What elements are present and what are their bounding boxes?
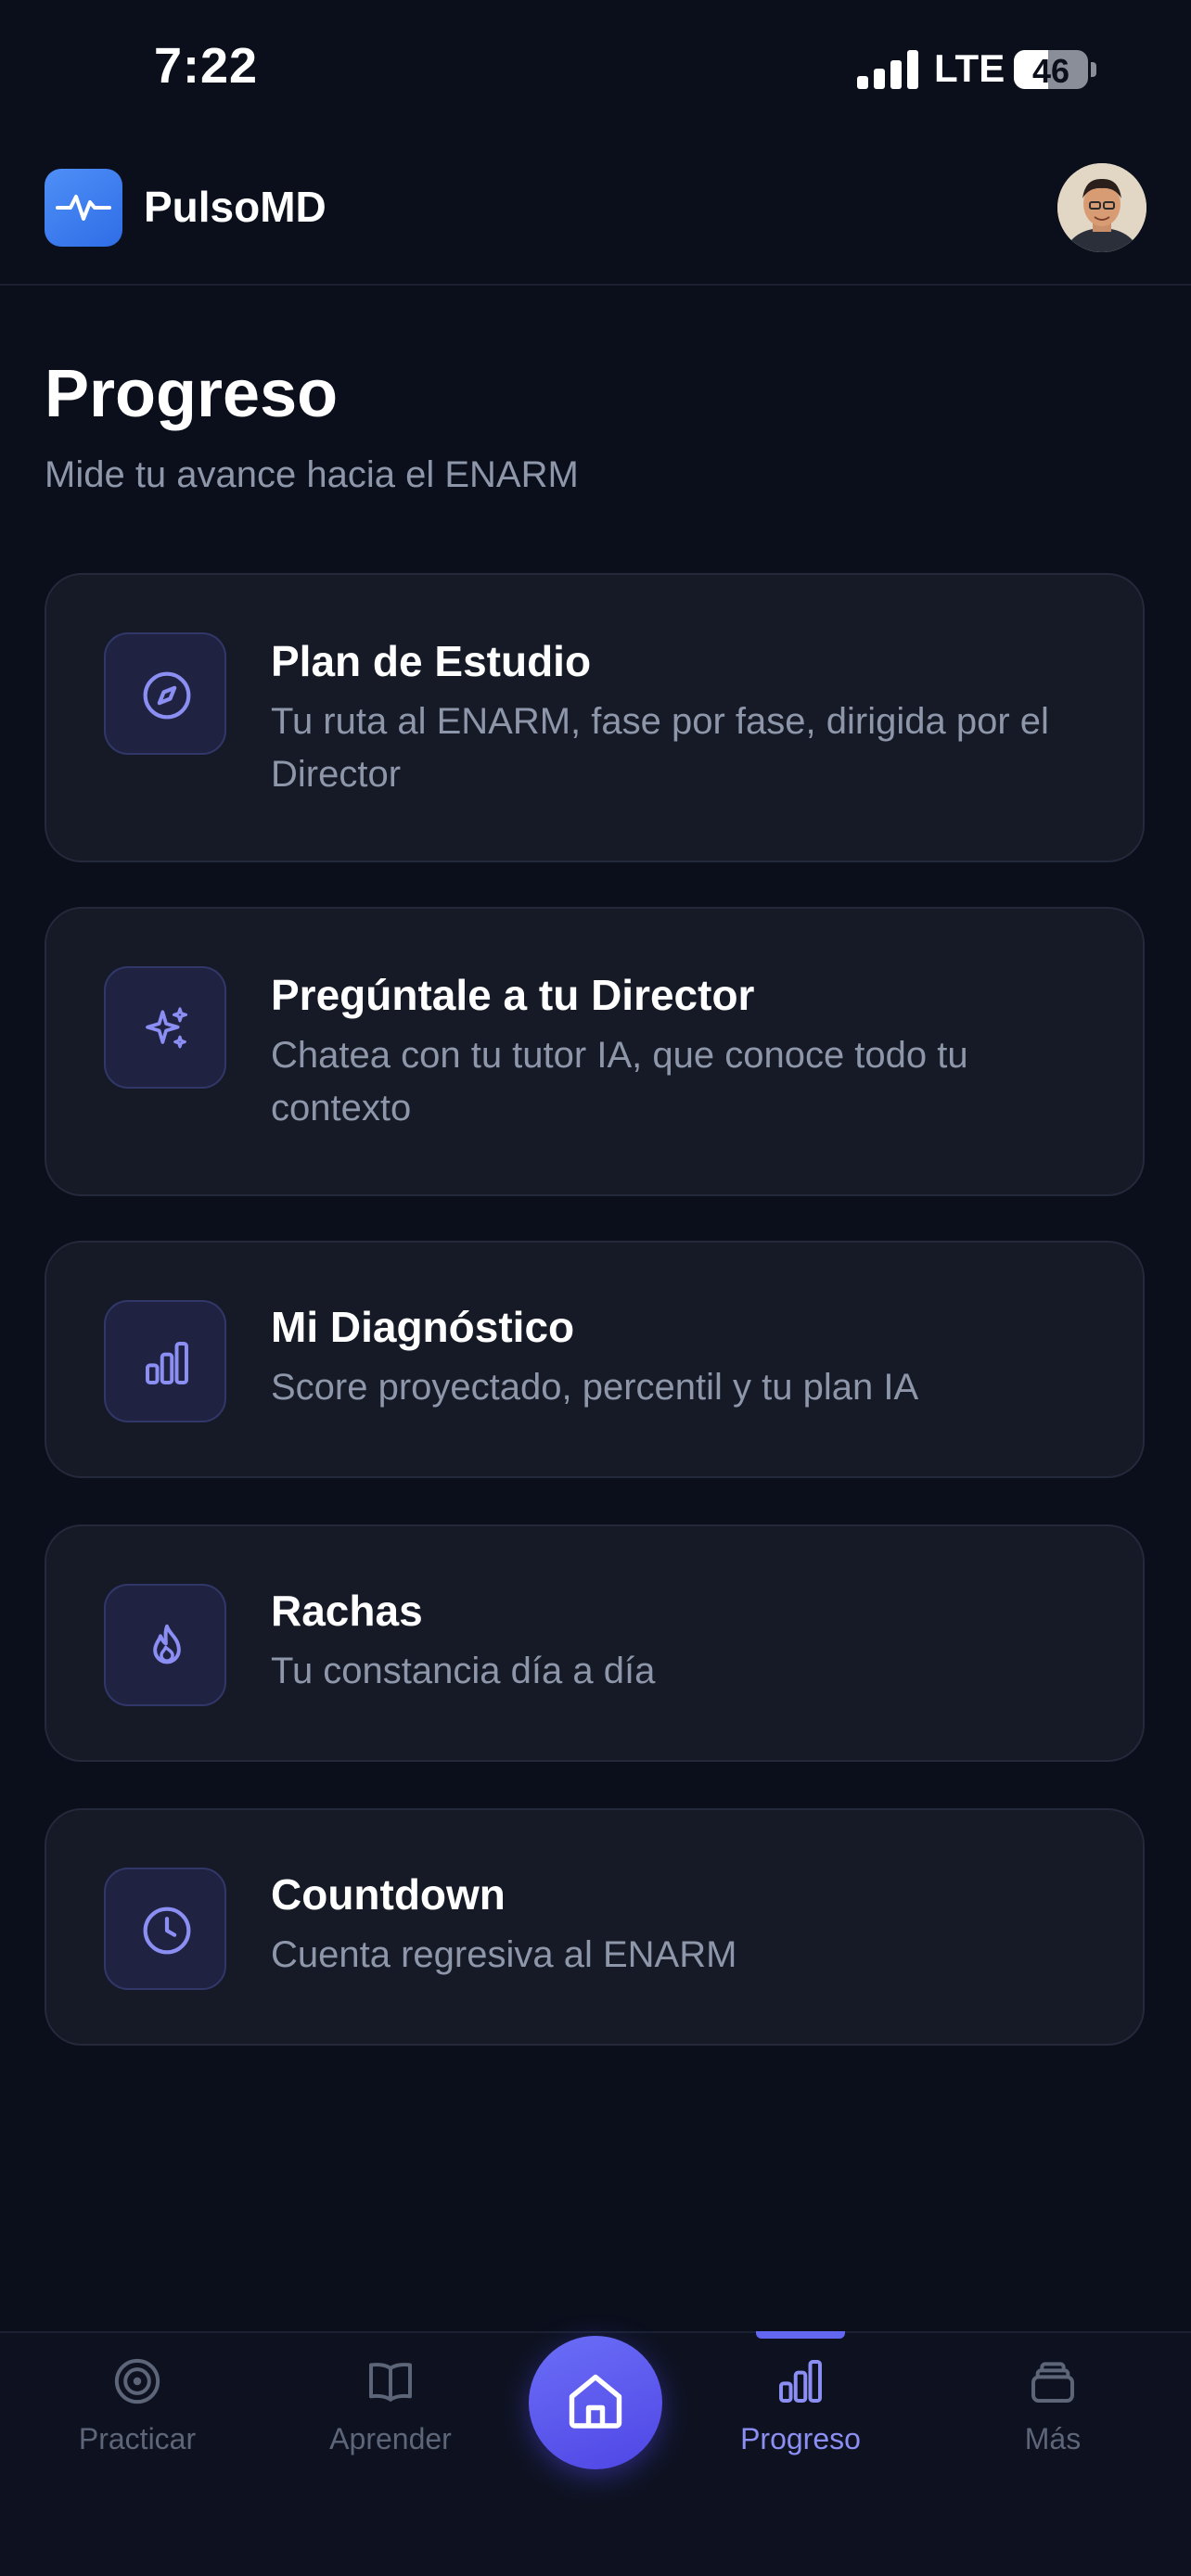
nav-practicar[interactable]: Practicar bbox=[45, 2355, 230, 2467]
compass-icon bbox=[143, 671, 191, 720]
card-title: Countdown bbox=[271, 1870, 506, 1919]
user-avatar-image bbox=[1057, 163, 1146, 252]
card-description: Cuenta regresiva al ENARM bbox=[271, 1934, 737, 1975]
bar-chart-icon bbox=[779, 2360, 822, 2403]
card-icon-tile bbox=[104, 1868, 226, 1990]
nav-aprender[interactable]: Aprender bbox=[298, 2355, 483, 2467]
card-title: Mi Diagnóstico bbox=[271, 1303, 575, 1351]
battery-icon: 46 bbox=[1014, 50, 1088, 89]
stack-icon bbox=[1031, 2362, 1074, 2403]
nav-label: Aprender bbox=[329, 2422, 452, 2455]
heartbeat-icon bbox=[56, 195, 111, 221]
nav-label: Progreso bbox=[740, 2422, 861, 2455]
card-title: Rachas bbox=[271, 1587, 423, 1635]
card-icon-tile bbox=[104, 1584, 226, 1706]
app-logo[interactable] bbox=[45, 169, 122, 247]
card-rachas[interactable]: Rachas Tu constancia día a día bbox=[45, 1524, 1145, 1762]
card-description: Tu constancia día a día bbox=[271, 1651, 656, 1691]
clock-icon bbox=[143, 1906, 191, 1955]
target-icon bbox=[114, 2358, 160, 2404]
home-button[interactable] bbox=[529, 2336, 662, 2469]
book-icon bbox=[369, 2363, 412, 2402]
active-tab-indicator bbox=[756, 2331, 845, 2339]
nav-progreso[interactable]: Progreso bbox=[708, 2355, 893, 2467]
app-brand-name: PulsoMD bbox=[144, 183, 327, 231]
card-preguntale-director[interactable]: Pregúntale a tu Director Chatea con tu t… bbox=[45, 907, 1145, 1196]
card-plan-de-estudio[interactable]: Plan de Estudio Tu ruta al ENARM, fase p… bbox=[45, 573, 1145, 862]
card-description: Chatea con tu tutor IA, que conoce todo … bbox=[271, 1035, 968, 1129]
page-title: Progreso bbox=[45, 357, 339, 431]
status-time: 7:22 bbox=[154, 38, 259, 94]
page-subtitle: Mide tu avance hacia el ENARM bbox=[45, 454, 579, 495]
card-icon-tile bbox=[104, 1300, 226, 1422]
avatar[interactable] bbox=[1057, 163, 1146, 252]
sparkles-icon bbox=[146, 1007, 188, 1049]
card-icon-tile bbox=[104, 632, 226, 755]
card-icon-tile bbox=[104, 966, 226, 1089]
nav-label: Más bbox=[1024, 2422, 1082, 2455]
bar-chart-icon bbox=[146, 1342, 188, 1384]
card-description: Tu ruta al ENARM, fase por fase, dirigid… bbox=[271, 701, 1049, 795]
signal-strength-icon bbox=[857, 50, 920, 89]
card-mi-diagnostico[interactable]: Mi Diagnóstico Score proyectado, percent… bbox=[45, 1241, 1145, 1478]
card-countdown[interactable]: Countdown Cuenta regresiva al ENARM bbox=[45, 1808, 1145, 2046]
nav-mas[interactable]: Más bbox=[960, 2355, 1146, 2467]
network-type: LTE bbox=[934, 46, 1005, 90]
card-title: Plan de Estudio bbox=[271, 637, 592, 685]
battery-level-text: 46 bbox=[1031, 52, 1070, 89]
header-divider bbox=[0, 284, 1191, 286]
battery-nub bbox=[1091, 62, 1096, 77]
flame-icon bbox=[153, 1624, 181, 1664]
home-icon bbox=[569, 2374, 622, 2429]
card-title: Pregúntale a tu Director bbox=[271, 971, 755, 1019]
card-description: Score proyectado, percentil y tu plan IA bbox=[271, 1367, 919, 1408]
nav-label: Practicar bbox=[78, 2422, 197, 2455]
